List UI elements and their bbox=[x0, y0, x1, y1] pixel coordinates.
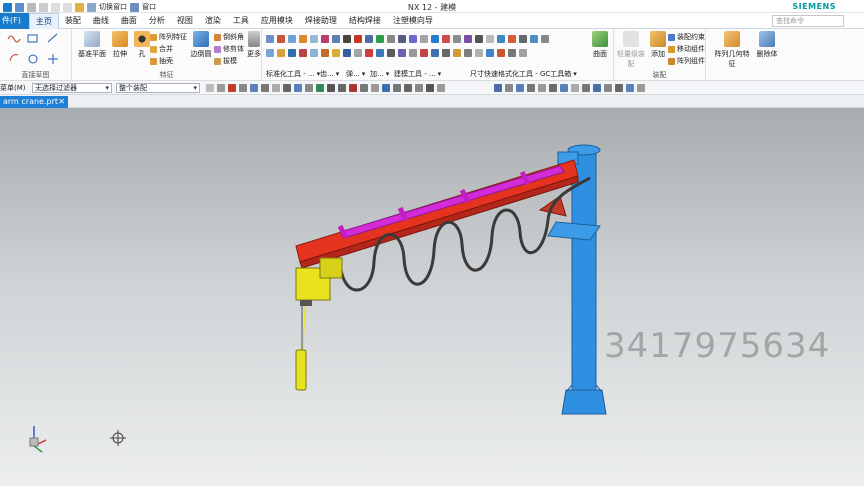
pattern-geometry-button[interactable]: 阵列几何特征 bbox=[712, 31, 752, 69]
add-tools-dropdown[interactable]: 加... ▾ bbox=[370, 69, 389, 79]
ribbon: 直接草图 基准平面 拉伸 孔 阵列特征 合并 抽壳 边倒圆 倒斜角 修剪体 拔模… bbox=[0, 29, 864, 81]
type-filter-select[interactable]: 无选择过滤器 bbox=[32, 83, 112, 93]
sketch-tools-icons[interactable] bbox=[0, 31, 72, 71]
pattern-geometry-icon bbox=[724, 31, 740, 47]
assembly-group: 轻量级装配 添加 装配约束 移动组件 阵列组件 装配 bbox=[614, 29, 706, 81]
tab-tools[interactable]: 工具 bbox=[227, 13, 255, 29]
pattern-geometry-group: 阵列几何特征 删除体 bbox=[708, 29, 798, 81]
shell-button[interactable]: 抽壳 bbox=[150, 56, 173, 66]
tab-weld-assistant[interactable]: 焊接助理 bbox=[299, 13, 343, 29]
assembly-constraint-icon bbox=[668, 33, 675, 41]
assembly-constraint-button[interactable]: 装配约束 bbox=[668, 32, 705, 42]
gc-toolbox-area: 标准化工具 - ... ▾ 齿... ▾ 弹... ▾ 加... ▾ 建模工具 … bbox=[262, 29, 582, 81]
wcs-origin-icon bbox=[110, 430, 126, 446]
watermark-text: 3417975634 bbox=[604, 326, 831, 366]
command-search-input[interactable]: 查找命令 bbox=[772, 15, 844, 27]
gc-tools-row-1[interactable] bbox=[266, 35, 549, 43]
draft-icon bbox=[214, 57, 221, 65]
lightweight-assembly-button[interactable]: 轻量级装配 bbox=[616, 31, 646, 69]
datum-plane-icon bbox=[84, 31, 100, 47]
close-icon[interactable]: ✕ bbox=[58, 96, 65, 108]
direct-sketch-group: 直接草图 bbox=[0, 29, 72, 81]
gear-tools-dropdown[interactable]: 齿... ▾ bbox=[320, 69, 339, 79]
tab-render[interactable]: 渲染 bbox=[199, 13, 227, 29]
graphics-viewport[interactable] bbox=[0, 108, 864, 486]
menu-bar: 件(F) 主页 装配 曲线 曲面 分析 视图 渲染 工具 应用模块 焊接助理 结… bbox=[0, 12, 864, 30]
draft-button[interactable]: 拔模 bbox=[214, 56, 237, 66]
spring-tools-dropdown[interactable]: 弹... ▾ bbox=[346, 69, 365, 79]
feature-group-label: 特征 bbox=[159, 71, 174, 79]
file-menu[interactable]: 件(F) bbox=[0, 13, 29, 29]
surface-icon bbox=[592, 31, 608, 47]
tab-surface[interactable]: 曲面 bbox=[115, 13, 143, 29]
hole-icon bbox=[134, 31, 150, 47]
move-component-icon bbox=[668, 45, 675, 53]
crane-model bbox=[29, 144, 607, 453]
cable-rail bbox=[339, 165, 565, 239]
add-component-button[interactable]: 添加 bbox=[646, 31, 670, 59]
menu-button[interactable]: 菜单(M) bbox=[0, 83, 26, 93]
view-tools[interactable] bbox=[494, 84, 645, 92]
document-tab-bar: arm crane.prt ✕ bbox=[0, 95, 864, 108]
extrude-icon bbox=[112, 31, 128, 47]
surface-button[interactable]: 曲面 bbox=[588, 31, 612, 59]
delete-body-button[interactable]: 删除体 bbox=[754, 31, 780, 59]
tab-applications[interactable]: 应用模块 bbox=[255, 13, 299, 29]
column-base bbox=[561, 389, 607, 415]
trim-body-icon bbox=[214, 45, 221, 53]
modeling-tools-dropdown[interactable]: 建模工具 - ... ▾ bbox=[394, 69, 441, 79]
title-bar: 切换窗口 窗口 NX 12 - 建模 SIEMENS bbox=[0, 0, 864, 13]
tab-view[interactable]: 视图 bbox=[171, 13, 199, 29]
surface-group: 曲面 bbox=[586, 29, 614, 81]
selection-tools[interactable] bbox=[206, 84, 445, 92]
pattern-feature-button[interactable]: 阵列特征 bbox=[150, 32, 187, 42]
tab-analysis[interactable]: 分析 bbox=[143, 13, 171, 29]
tab-mold-wizard[interactable]: 注塑模向导 bbox=[387, 13, 439, 29]
edge-blend-icon bbox=[193, 31, 209, 47]
siemens-logo: SIEMENS bbox=[792, 2, 836, 11]
pendant-control bbox=[295, 349, 307, 391]
extrude-button[interactable]: 拉伸 bbox=[108, 31, 132, 59]
tab-assembly[interactable]: 装配 bbox=[59, 13, 87, 29]
tab-structure-weld[interactable]: 结构焊接 bbox=[343, 13, 387, 29]
tab-home[interactable]: 主页 bbox=[28, 12, 59, 30]
selection-toolbar: 菜单(M) 无选择过滤器 整个装配 bbox=[0, 81, 864, 95]
pattern-component-button[interactable]: 阵列组件 bbox=[668, 56, 705, 66]
add-component-icon bbox=[650, 31, 666, 47]
pattern-feature-icon bbox=[150, 33, 157, 41]
lightweight-assembly-icon bbox=[623, 31, 639, 47]
feature-group: 基准平面 拉伸 孔 阵列特征 合并 抽壳 边倒圆 倒斜角 修剪体 拔模 更多 特… bbox=[72, 29, 262, 81]
chamfer-icon bbox=[214, 33, 221, 41]
more-icon bbox=[248, 31, 260, 47]
unite-icon bbox=[150, 45, 157, 53]
gc-tools-row-2[interactable] bbox=[266, 49, 527, 57]
datum-plane-button[interactable]: 基准平面 bbox=[78, 31, 106, 59]
scope-select[interactable]: 整个装配 bbox=[116, 83, 200, 93]
pattern-component-icon bbox=[668, 57, 675, 65]
coordinate-triad-icon bbox=[29, 426, 47, 453]
dimension-tools-dropdown[interactable]: 尺寸快速格式化工具 - GC工具箱 ▾ bbox=[470, 69, 577, 79]
shell-icon bbox=[150, 57, 157, 65]
window-title: NX 12 - 建模 bbox=[407, 3, 457, 12]
delete-body-icon bbox=[759, 31, 775, 47]
standardization-tools-dropdown[interactable]: 标准化工具 - ... ▾ bbox=[266, 69, 320, 79]
more-button[interactable]: 更多 bbox=[246, 31, 262, 59]
chamfer-button[interactable]: 倒斜角 bbox=[214, 32, 244, 42]
assembly-group-label: 装配 bbox=[652, 71, 667, 79]
direct-sketch-label: 直接草图 bbox=[21, 71, 50, 79]
edge-blend-button[interactable]: 边倒圆 bbox=[188, 31, 214, 59]
trim-body-button[interactable]: 修剪体 bbox=[214, 44, 244, 54]
tab-curve[interactable]: 曲线 bbox=[87, 13, 115, 29]
move-component-button[interactable]: 移动组件 bbox=[668, 44, 705, 54]
document-tab[interactable]: arm crane.prt ✕ bbox=[0, 96, 68, 108]
unite-button[interactable]: 合并 bbox=[150, 44, 173, 54]
